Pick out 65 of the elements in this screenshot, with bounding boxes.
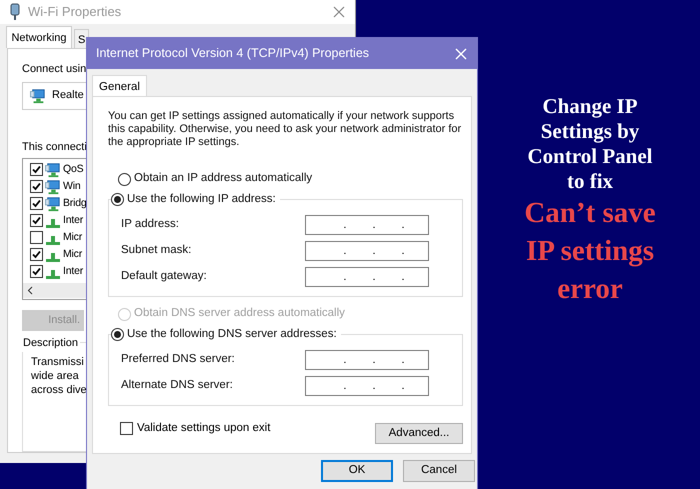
headline-text: to fix: [566, 169, 614, 194]
component-name[interactable]: Micr: [63, 246, 82, 262]
advanced-button[interactable]: Advanced...: [375, 423, 463, 444]
checkbox[interactable]: [30, 163, 43, 176]
headline-text: Change IP: [542, 94, 638, 119]
dialog-title: Internet Protocol Version 4 (TCP/IPv4) Properties: [96, 45, 370, 62]
error-headline-text: Can’t save: [524, 196, 656, 231]
network-protocol-icon: [46, 252, 60, 262]
checkbox[interactable]: [30, 265, 43, 278]
description-text: wide area: [31, 369, 79, 383]
field-label: Default gateway:: [121, 269, 208, 284]
component-name[interactable]: Win: [63, 178, 80, 194]
network-protocol-icon: [46, 270, 60, 278]
component-name[interactable]: Bridg: [63, 196, 87, 212]
radio-button[interactable]: [111, 193, 124, 206]
ip-address-field[interactable]: . . .: [305, 267, 429, 287]
network-protocol-icon: [46, 236, 60, 244]
description-label: Description: [21, 335, 80, 352]
checkbox[interactable]: [30, 248, 43, 261]
wifi-adapter-icon: [10, 3, 20, 21]
tab[interactable]: Networking: [6, 26, 72, 48]
component-name[interactable]: Inter: [63, 264, 84, 280]
radio-label: Use the following IP address:: [127, 192, 276, 207]
components-label: This connecti: [22, 140, 87, 154]
field-label: Preferred DNS server:: [121, 352, 236, 368]
ip-address-field[interactable]: . . .: [305, 215, 429, 235]
error-headline-text: IP settings: [526, 234, 654, 269]
radio-button[interactable]: [118, 172, 131, 186]
network-computer-icon: [45, 162, 61, 178]
error-headline-text: error: [557, 272, 623, 307]
checkbox[interactable]: [30, 231, 43, 244]
description-text: Transmissi: [31, 355, 84, 369]
field-label: Subnet mask:: [121, 243, 192, 258]
network-computer-icon: [45, 196, 61, 212]
field-label: IP address:: [121, 217, 180, 232]
component-name[interactable]: Micr: [63, 230, 82, 246]
radio-button[interactable]: [111, 328, 124, 342]
checkbox[interactable]: [30, 180, 43, 193]
intro-text: You can get IP settings assigned automatically if your network supports this capability. Otherwise, you need to ask your network administrator for the appropriate IP settings.: [108, 110, 462, 149]
network-protocol-icon: [46, 218, 60, 228]
headline-text: Control Panel: [527, 144, 653, 169]
checkbox[interactable]: [30, 197, 43, 210]
validate-label: Validate settings upon exit: [137, 421, 270, 436]
headline-text: Settings by: [540, 119, 640, 144]
connect-using-label: Connect usin: [22, 62, 86, 77]
component-name[interactable]: Inter: [63, 212, 84, 228]
ok-button[interactable]: OK: [321, 460, 393, 482]
ip-address-field[interactable]: . . .: [305, 376, 429, 396]
radio-label: Use the following DNS server addresses:: [127, 327, 337, 342]
field-label: Alternate DNS server:: [121, 378, 234, 394]
checkbox[interactable]: [30, 214, 43, 227]
ip-address-field[interactable]: . . .: [305, 241, 429, 261]
window-title: Wi-Fi Properties: [28, 3, 122, 22]
network-computer-icon: [30, 88, 46, 104]
checkbox[interactable]: [120, 422, 133, 436]
close-icon[interactable]: [333, 6, 345, 18]
network-computer-icon: [45, 178, 61, 194]
tab[interactable]: General: [92, 75, 147, 96]
component-name[interactable]: QoS: [63, 162, 84, 178]
description-text: across dive: [31, 383, 87, 397]
cancel-button[interactable]: Cancel: [403, 460, 475, 482]
adapter-name: Realte: [52, 88, 84, 104]
radio-label: Obtain an IP address automatically: [134, 171, 312, 186]
radio-label: Obtain DNS server address automatically: [134, 306, 345, 322]
ip-address-field[interactable]: . . .: [305, 350, 429, 370]
